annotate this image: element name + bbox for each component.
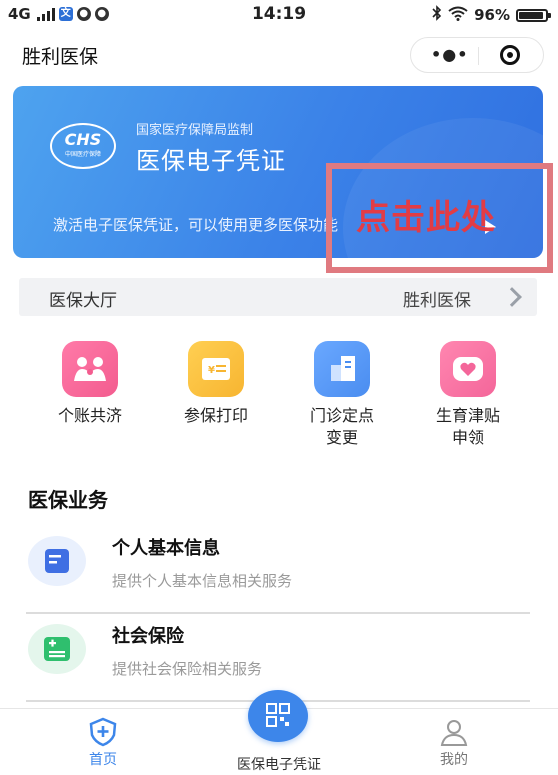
close-miniprogram-icon[interactable] <box>500 45 520 65</box>
service-title: 社会保险 <box>112 626 184 647</box>
banner-description: 激活电子医保凭证，可以使用更多医保功能 <box>53 216 339 234</box>
insurance-card-icon <box>28 624 86 674</box>
shortcut-label: 门诊定点 变更 <box>282 405 402 449</box>
hospital-icon <box>314 341 370 397</box>
chs-logo-icon: CHS 中国医疗保障 <box>50 123 116 169</box>
shortcut-maternity-allowance[interactable]: 生育津贴 申领 <box>408 341 528 449</box>
shortcut-family-account[interactable]: 个账共济 <box>30 341 150 427</box>
capsule-divider <box>478 47 479 65</box>
svg-text:¥: ¥ <box>208 365 215 376</box>
tab-mine-label: 我的 <box>440 752 468 768</box>
service-item-personal-info[interactable]: 个人基本信息 提供个人基本信息相关服务 <box>26 526 530 614</box>
qr-code-button[interactable] <box>248 690 308 742</box>
wifi-icon <box>448 6 468 25</box>
shortcut-label: 生育津贴 申领 <box>408 405 528 449</box>
chevron-right-icon <box>502 287 522 307</box>
hall-label: 医保大厅 <box>49 291 117 311</box>
tab-mine[interactable]: 我的 <box>414 717 494 769</box>
chs-logo-subtext: 中国医疗保障 <box>64 151 101 158</box>
shortcut-label-line2: 申领 <box>451 428 484 447</box>
tab-home-label: 首页 <box>89 752 117 768</box>
shortcut-label-line2: 变更 <box>325 428 358 447</box>
shortcut-label-line1: 门诊定点 <box>309 406 374 425</box>
receipt-icon: ¥ <box>188 341 244 397</box>
shortcut-clinic-change[interactable]: 门诊定点 变更 <box>282 341 402 449</box>
medical-insurance-hall-row[interactable]: 医保大厅 胜利医保 <box>19 278 537 316</box>
bluetooth-icon <box>432 5 442 25</box>
status-bar: 4G 文 ● ● 14:19 96% <box>0 0 558 30</box>
click-here-annotation: 点击此处 <box>356 198 496 238</box>
shortcut-label: 参保打印 <box>183 406 248 425</box>
section-title: 医保业务 <box>28 488 108 512</box>
banner-title: 医保电子凭证 <box>136 147 286 175</box>
battery-percent: 96% <box>474 6 510 24</box>
more-icon[interactable]: •●• <box>431 47 468 63</box>
shortcut-label-line1: 生育津贴 <box>435 406 500 425</box>
qr-code-icon <box>248 703 308 746</box>
miniprogram-capsule: •●• <box>410 37 544 73</box>
shortcut-insurance-print[interactable]: ¥ 参保打印 <box>156 341 276 427</box>
service-subtitle: 提供社会保险相关服务 <box>112 660 263 678</box>
page-title: 胜利医保 <box>22 46 99 68</box>
status-right: 96% <box>432 5 551 25</box>
service-item-social-insurance[interactable]: 社会保险 提供社会保险相关服务 <box>26 614 530 702</box>
tab-center-label[interactable]: 医保电子凭证 <box>209 754 349 774</box>
family-icon <box>62 341 118 397</box>
heart-icon <box>440 341 496 397</box>
hall-value: 胜利医保 <box>403 291 471 311</box>
profile-card-icon <box>28 536 86 586</box>
battery-icon <box>516 8 551 22</box>
shortcut-label: 个账共济 <box>57 406 122 425</box>
tab-home[interactable]: 首页 <box>63 717 143 769</box>
chs-logo-text: CHS <box>64 130 102 149</box>
service-subtitle: 提供个人基本信息相关服务 <box>112 572 293 590</box>
banner-supervisor: 国家医疗保障局监制 <box>136 123 254 138</box>
service-title: 个人基本信息 <box>112 538 220 559</box>
